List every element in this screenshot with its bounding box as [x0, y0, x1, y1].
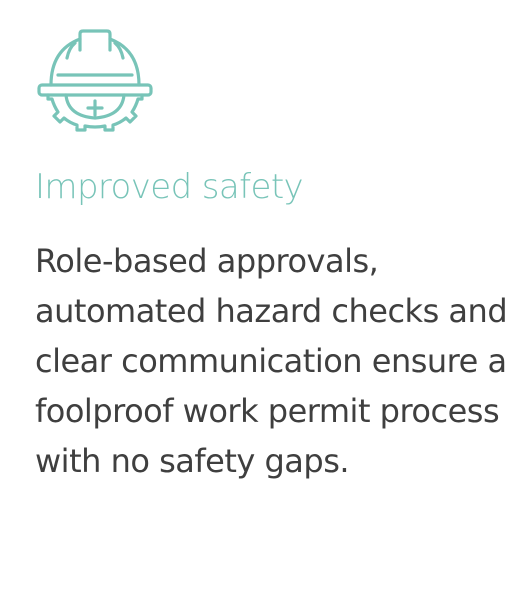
description-line: with no safety gaps. — [35, 442, 350, 480]
description-line: foolproof work permit process — [35, 392, 500, 430]
icon-strokes — [37, 29, 153, 132]
description-line: Role-based approvals, — [35, 242, 379, 280]
feature-card: Improved safety Role-based approvals, au… — [0, 0, 524, 610]
feature-title: Improved safety — [35, 167, 304, 207]
description-line: clear communication ensure a — [35, 342, 507, 380]
description-line: automated hazard checks and — [35, 292, 508, 330]
hard-hat-gear-icon — [36, 28, 154, 148]
feature-description: Role-based approvals, automated hazard c… — [35, 236, 515, 486]
